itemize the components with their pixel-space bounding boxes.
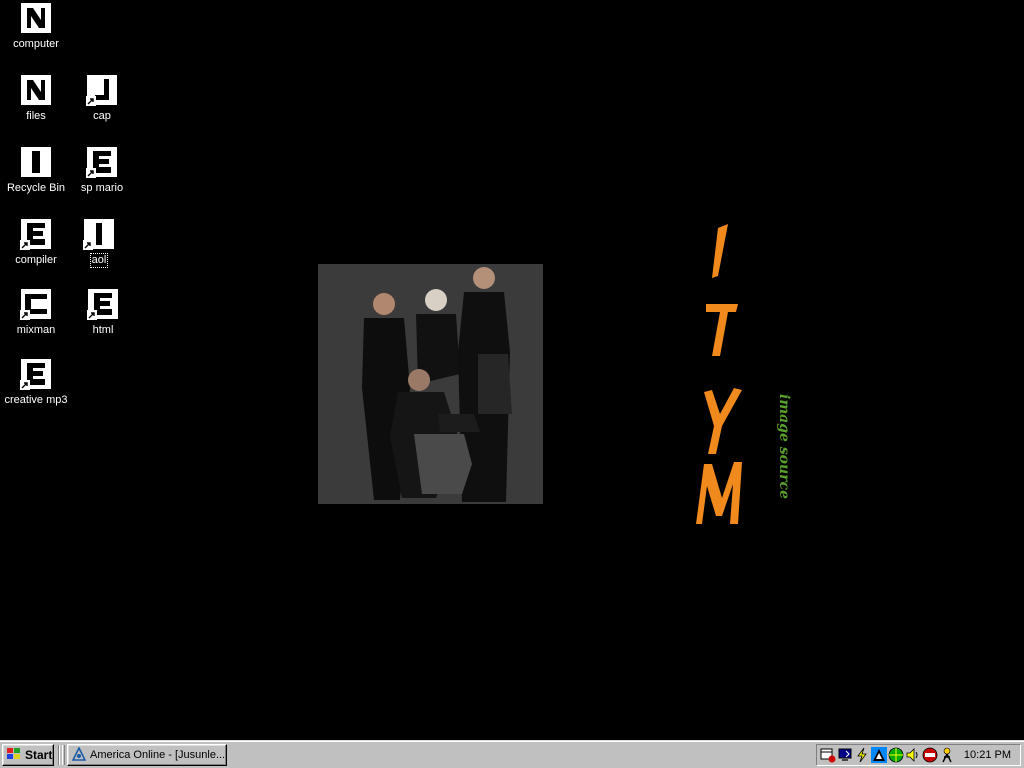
folder-icon <box>20 74 52 106</box>
clock[interactable]: 10:21 PM <box>964 749 1011 761</box>
desktop-icon-computer[interactable]: computer <box>1 2 71 52</box>
power-icon[interactable] <box>854 747 870 763</box>
wallpaper-tagline: image source <box>776 394 792 499</box>
toolbar-grip[interactable] <box>62 745 65 765</box>
document-icon <box>87 288 119 320</box>
start-button[interactable]: Start <box>2 744 54 766</box>
computer-icon <box>20 2 52 34</box>
document-icon <box>20 358 52 390</box>
shortcut-arrow-icon <box>83 240 93 250</box>
desktop-icon-label: compiler <box>15 254 57 266</box>
desktop-icon-aol[interactable]: aol <box>64 218 134 268</box>
task-button-america-online[interactable]: America Online - [Jusunle... <box>67 744 227 766</box>
desktop: computer files Recycle Bin compiler mixm… <box>0 0 1024 740</box>
shortcut-arrow-icon <box>20 380 30 390</box>
start-label: Start <box>25 748 53 762</box>
desktop-icon-label: creative mp3 <box>4 394 68 406</box>
desktop-icon-cap[interactable]: cap <box>67 74 137 124</box>
network-icon[interactable] <box>871 747 887 763</box>
desktop-icon-html[interactable]: html <box>68 288 138 338</box>
display-icon[interactable] <box>837 747 853 763</box>
volume-icon[interactable] <box>905 747 921 763</box>
antivirus-icon[interactable] <box>922 747 938 763</box>
desktop-icon-label: cap <box>93 110 111 122</box>
taskbar: Start America Online - [Jusunle... 10:21… <box>0 740 1024 768</box>
desktop-icon-label: Recycle Bin <box>6 182 66 194</box>
taskbar-separator <box>58 745 60 765</box>
globe-icon[interactable] <box>888 747 904 763</box>
desktop-icon-compiler[interactable]: compiler <box>1 218 71 268</box>
program-icon <box>83 218 115 250</box>
window-icon <box>20 288 52 320</box>
desktop-icon-label: computer <box>13 38 59 50</box>
desktop-icon-label: sp mario <box>80 182 124 194</box>
recycle-bin-icon <box>20 146 52 178</box>
wallpaper-photo <box>318 264 543 504</box>
document-icon <box>20 218 52 250</box>
aim-icon[interactable] <box>939 747 955 763</box>
windows-logo-icon <box>6 747 22 764</box>
desktop-icon-mixman[interactable]: mixman <box>1 288 71 338</box>
desktop-icon-recycle-bin[interactable]: Recycle Bin <box>1 146 71 196</box>
desktop-icon-sp-mario[interactable]: sp mario <box>67 146 137 196</box>
folder-shortcut-icon <box>86 74 118 106</box>
scheduler-icon[interactable] <box>820 747 836 763</box>
task-button-label: America Online - [Jusunle... <box>90 749 226 761</box>
shortcut-arrow-icon <box>86 168 96 178</box>
shortcut-arrow-icon <box>87 310 97 320</box>
aol-triangle-icon <box>71 745 87 764</box>
desktop-icon-label: mixman <box>16 324 56 336</box>
shortcut-arrow-icon <box>20 310 30 320</box>
desktop-icon-files[interactable]: files <box>1 74 71 124</box>
desktop-icon-label: html <box>92 324 114 336</box>
desktop-icon-creative-mp3[interactable]: creative mp3 <box>1 358 71 408</box>
system-tray: 10:21 PM <box>816 744 1021 766</box>
desktop-icon-label: aol <box>89 253 109 268</box>
document-icon <box>86 146 118 178</box>
desktop-icon-label: files <box>26 110 46 122</box>
wallpaper-logo: image source <box>690 222 800 532</box>
shortcut-arrow-icon <box>86 96 96 106</box>
shortcut-arrow-icon <box>20 240 30 250</box>
